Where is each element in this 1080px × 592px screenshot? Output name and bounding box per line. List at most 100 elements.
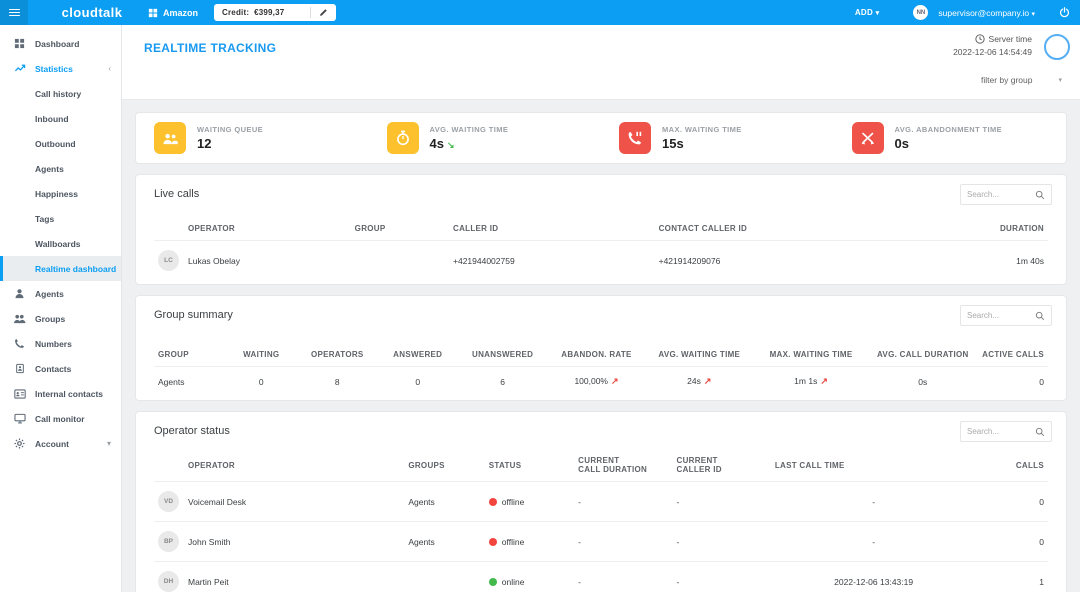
sidebar-item-tags[interactable]: Tags	[0, 206, 121, 231]
cloudtalk-logo: cloudtalk	[48, 5, 136, 20]
table-row[interactable]: LCLukas Obelay +421944002759 +4219142090…	[154, 241, 1048, 281]
column-header[interactable]: CALLS	[976, 449, 1048, 482]
sidebar-item-agents-stats[interactable]: Agents	[0, 156, 121, 181]
credit-button[interactable]: Credit: €399,37	[214, 4, 336, 21]
user-avatar[interactable]: NN	[913, 5, 928, 20]
server-time: Server time 2022-12-06 14:54:49	[953, 34, 1032, 57]
table-row[interactable]: Agents 0 8 0 6 100,00%↗ 24s↗ 1m 1s↗ 0s 0	[154, 367, 1048, 397]
search-input[interactable]	[967, 190, 1031, 199]
column-header[interactable]: ANSWERED	[377, 343, 457, 367]
operator-status-panel: Operator status OPERATOR GROUPS STATUS C…	[135, 411, 1067, 592]
operator-name: Voicemail Desk	[188, 497, 246, 507]
main-content: REALTIME TRACKING Server time 2022-12-06…	[122, 25, 1080, 592]
operator-status-search[interactable]	[960, 421, 1052, 442]
live-calls-table: OPERATOR GROUP CALLER ID CONTACT CALLER …	[154, 217, 1048, 280]
group-summary-title: Group summary	[154, 309, 1048, 321]
page-header: REALTIME TRACKING Server time 2022-12-06…	[122, 25, 1080, 100]
live-calls-search[interactable]	[960, 184, 1052, 205]
power-icon	[1059, 7, 1070, 18]
top-bar: cloudtalk Amazon Credit: €399,37 ADD ▾ N…	[0, 0, 1080, 25]
hamburger-menu-button[interactable]	[0, 0, 28, 25]
credit-label: Credit:	[222, 8, 249, 17]
column-header[interactable]: DURATION	[905, 217, 1048, 241]
chevron-collapse-icon[interactable]: ‹	[108, 64, 111, 73]
user-menu[interactable]: supervisor@company.io ▾	[938, 8, 1035, 18]
sidebar-item-statistics[interactable]: Statistics ‹	[0, 56, 121, 81]
sidebar-item-account[interactable]: Account ▾	[0, 431, 121, 456]
group-summary-search[interactable]	[960, 305, 1052, 326]
stat-waiting-queue: WAITING QUEUE 12	[136, 122, 369, 154]
column-header[interactable]: AVG. WAITING TIME	[646, 343, 753, 367]
column-header[interactable]: GROUPS	[404, 449, 484, 482]
column-header[interactable]: CURRENT CALLER ID	[673, 449, 771, 482]
trend-up-icon: ↗	[611, 376, 619, 386]
sidebar-item-dashboard[interactable]: Dashboard	[0, 31, 121, 56]
status-dot	[489, 578, 497, 586]
table-row[interactable]: BPJohn Smith Agents offline - - - 0	[154, 522, 1048, 562]
sidebar-item-wallboards[interactable]: Wallboards	[0, 231, 121, 256]
phone-icon	[13, 338, 26, 349]
column-header[interactable]: GROUP	[154, 343, 226, 367]
column-header[interactable]: ACTIVE CALLS	[976, 343, 1048, 367]
sidebar-item-inbound[interactable]: Inbound	[0, 106, 121, 131]
edit-pencil-icon[interactable]	[319, 8, 328, 17]
column-header[interactable]: MAX. WAITING TIME	[753, 343, 869, 367]
column-header[interactable]: CALLER ID	[449, 217, 655, 241]
column-header[interactable]: UNANSWERED	[458, 343, 547, 367]
add-dropdown-button[interactable]: ADD ▾	[855, 8, 880, 17]
group-summary-panel: Group summary GROUP WAITING OPERATORS AN…	[135, 295, 1067, 401]
logout-button[interactable]	[1059, 7, 1070, 18]
search-input[interactable]	[967, 427, 1031, 436]
chevron-down-icon[interactable]: ▾	[107, 439, 111, 448]
column-header[interactable]: ABANDON. RATE	[547, 343, 645, 367]
table-row[interactable]: DHMartin Peit online - - 2022-12-06 13:4…	[154, 562, 1048, 592]
table-row[interactable]: VDVoicemail Desk Agents offline - - - 0	[154, 482, 1048, 522]
avatar: BP	[158, 531, 179, 552]
column-header[interactable]: CONTACT CALLER ID	[655, 217, 905, 241]
statistics-icon	[13, 63, 26, 74]
sidebar-item-internal-contacts[interactable]: Internal contacts	[0, 381, 121, 406]
chevron-down-icon: ▾	[1058, 76, 1062, 84]
server-time-value: 2022-12-06 14:54:49	[953, 47, 1032, 57]
status-dot	[489, 498, 497, 506]
column-header[interactable]: OPERATOR	[154, 449, 404, 482]
sidebar-item-call-history[interactable]: Call history	[0, 81, 121, 106]
sidebar-item-realtime-dashboard[interactable]: Realtime dashboard	[0, 256, 121, 281]
column-header[interactable]: AVG. CALL DURATION	[869, 343, 976, 367]
stat-avg-waiting-time: AVG. WAITING TIME 4s↘	[369, 122, 602, 154]
clock-icon	[975, 34, 985, 44]
sidebar-item-outbound[interactable]: Outbound	[0, 131, 121, 156]
sidebar-item-contacts[interactable]: Contacts	[0, 356, 121, 381]
sidebar-item-happiness[interactable]: Happiness	[0, 181, 121, 206]
search-input[interactable]	[967, 311, 1031, 320]
stat-avg-abandonment-time: AVG. ABANDONMENT TIME 0s	[834, 122, 1067, 154]
column-header[interactable]: CURRENT CALL DURATION	[574, 449, 672, 482]
filter-by-group-dropdown[interactable]: filter by group▾	[981, 75, 1062, 85]
sidebar-item-groups[interactable]: Groups	[0, 306, 121, 331]
status-dot	[489, 538, 497, 546]
stat-max-waiting-time: MAX. WAITING TIME 15s	[601, 122, 834, 154]
status-badge: offline	[502, 537, 525, 547]
column-header[interactable]: STATUS	[485, 449, 574, 482]
search-icon[interactable]	[1035, 190, 1045, 200]
search-icon[interactable]	[1035, 311, 1045, 321]
gear-icon	[13, 438, 26, 449]
column-header[interactable]: OPERATORS	[297, 343, 377, 367]
sidebar-item-agents[interactable]: Agents	[0, 281, 121, 306]
trend-down-icon: ↘	[447, 140, 455, 150]
building-icon	[148, 8, 158, 18]
sidebar-item-numbers[interactable]: Numbers	[0, 331, 121, 356]
monitor-icon	[13, 413, 26, 424]
column-header[interactable]: LAST CALL TIME	[771, 449, 977, 482]
credit-value: €399,37	[254, 8, 284, 17]
sidebar-item-call-monitor[interactable]: Call monitor	[0, 406, 121, 431]
person-icon	[13, 288, 26, 299]
phone-paused-icon	[619, 122, 651, 154]
search-icon[interactable]	[1035, 427, 1045, 437]
column-header[interactable]: GROUP	[351, 217, 449, 241]
contact-card-icon	[13, 389, 26, 399]
refresh-timer-ring	[1044, 34, 1070, 60]
company-switcher[interactable]: Amazon	[148, 8, 198, 18]
column-header[interactable]: OPERATOR	[154, 217, 351, 241]
column-header[interactable]: WAITING	[226, 343, 298, 367]
